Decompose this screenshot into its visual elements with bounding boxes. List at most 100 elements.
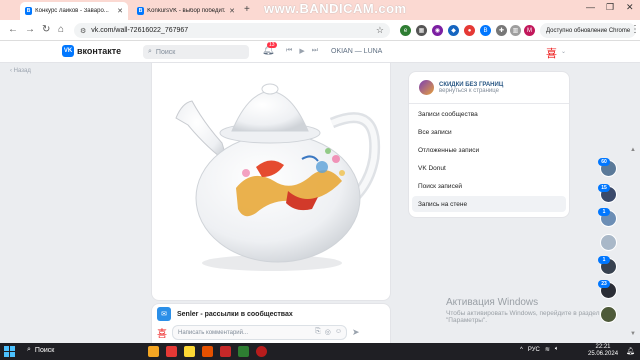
taskbar-app-icon[interactable] [220, 346, 231, 357]
recorder-watermark: www.BANDICAM.com [264, 1, 407, 16]
notifications-bell-icon[interactable]: 🔔︎ 13 [262, 42, 277, 56]
menu-dots-icon[interactable]: ⋮ [630, 24, 640, 35]
vk-header: VK вконтакте ⌕ Поиск 🔔︎ 13 ⏮ ▶ ⏭ OKIAN —… [0, 41, 640, 63]
system-tray: ^ РУС ≋ 🔈︎ [520, 346, 558, 353]
site-info-icon[interactable]: ⚙ [80, 27, 86, 35]
profile-icon[interactable]: M [524, 25, 535, 36]
back-arrow-icon[interactable]: ← [8, 24, 18, 35]
search-placeholder: Поиск [155, 48, 176, 56]
home-icon[interactable]: ⌂ [58, 24, 64, 35]
windows-taskbar: ⌕ Поиск ^ РУС ≋ 🔈︎ 22:21 25.06.2024 🔔︎ [0, 343, 640, 360]
menu-item-community-posts[interactable]: Записи сообщества [412, 106, 566, 122]
user-avatar-icon[interactable]: 喜 [546, 45, 557, 61]
address-bar[interactable]: ⚙ vk.com/wall-72616022_767967 ☆ [74, 23, 390, 38]
back-label: Назад [13, 68, 31, 74]
scroll-down-icon[interactable]: ▼ [630, 331, 636, 337]
scroll-up-icon[interactable]: ▲ [630, 147, 636, 153]
unread-badge: 15 [598, 184, 610, 192]
browser-tab-bar: В Конкурс лайков - Заваро... ✕ В Konkurs… [0, 0, 640, 20]
search-icon: ⌕ [27, 346, 31, 353]
address-url: vk.com/wall-72616022_767967 [91, 27, 189, 34]
menu-item-vk-donut[interactable]: VK Donut [412, 160, 566, 176]
attach-icon[interactable]: ⎘ [315, 328, 321, 336]
chat-avatar[interactable] [600, 234, 617, 251]
emoji-icon[interactable]: ☺ [335, 328, 342, 336]
wall-navigation-menu: СКИДКИ БЕЗ ГРАНИЦ вернуться к странице З… [408, 71, 570, 218]
windows-start-icon[interactable] [4, 346, 15, 357]
tab-title: KonkursVK - выбор победит... [147, 8, 227, 14]
community-back-link: вернуться к странице [439, 87, 499, 94]
now-playing-track[interactable]: OKIAN — LUNA [331, 48, 382, 55]
comment-author[interactable]: ✉ Senler - рассылки в сообществах [157, 307, 293, 321]
chevron-down-icon[interactable]: ⌄ [561, 48, 566, 55]
wall-post [151, 63, 391, 301]
vk-logo-icon: VK [62, 45, 74, 57]
taskbar-app-icon[interactable] [148, 346, 159, 357]
send-icon[interactable]: ➤ [352, 327, 360, 338]
comment-input[interactable]: Написать комментарий... ⎘ ◎ ☺ [172, 325, 347, 340]
chevron-up-icon[interactable]: ^ [520, 347, 523, 353]
bandicam-record-icon[interactable] [256, 346, 267, 357]
windows-activation-watermark: Активация Windows Чтобы активировать Win… [446, 297, 640, 324]
bookmark-star-icon[interactable]: ☆ [376, 25, 384, 36]
menu-item-search-posts[interactable]: Поиск записей [412, 178, 566, 194]
vk-logo-text: вконтакте [77, 46, 122, 56]
language-indicator[interactable]: РУС [528, 347, 540, 353]
comment-author-name: Senler - рассылки в сообществах [177, 310, 293, 318]
reload-icon[interactable]: ↻ [42, 24, 50, 35]
teapot-illustration [175, 83, 381, 271]
clock-date: 25.06.2024 [588, 351, 619, 357]
vk-favicon-icon: В [25, 7, 33, 15]
unread-badge: 1 [598, 256, 610, 264]
extension-icon[interactable]: ◆ [448, 25, 459, 36]
extensions-puzzle-icon[interactable]: ✚ [496, 25, 507, 36]
play-icon[interactable]: ▶ [299, 47, 304, 55]
notifications-badge: 13 [267, 42, 277, 48]
comment-placeholder: Написать комментарий... [178, 329, 249, 336]
next-track-icon[interactable]: ⏭ [312, 47, 318, 55]
chrome-icon[interactable] [238, 346, 249, 357]
vk-logo[interactable]: VK вконтакте [62, 45, 121, 57]
previous-track-icon[interactable]: ⏮ [286, 47, 292, 55]
search-icon: ⌕ [148, 48, 152, 55]
extension-icon[interactable]: e [400, 25, 411, 36]
notifications-icon[interactable]: 🔔︎ [626, 347, 635, 355]
senler-logo-icon: ✉ [157, 307, 171, 321]
folder-icon[interactable] [184, 346, 195, 357]
post-photo-teapot[interactable] [152, 63, 392, 295]
taskbar-clock[interactable]: 22:21 25.06.2024 [588, 344, 618, 358]
minimize-icon[interactable]: — [586, 2, 595, 12]
camera-icon[interactable]: ◎ [325, 328, 331, 336]
menu-item-all-posts[interactable]: Все записи [412, 124, 566, 140]
taskbar-app-icon[interactable] [166, 346, 177, 357]
close-window-icon[interactable]: ✕ [626, 2, 634, 13]
extension-icon[interactable]: ◉ [432, 25, 443, 36]
vk-search-input[interactable]: ⌕ Поиск [143, 45, 249, 59]
extension-icon[interactable]: В [480, 25, 491, 36]
audio-player-controls: ⏮ ▶ ⏭ [286, 47, 318, 55]
close-tab-icon[interactable]: ✕ [229, 7, 235, 15]
unread-badge: 1 [598, 208, 610, 216]
volume-icon[interactable]: 🔈︎ [555, 346, 559, 353]
chrome-update-button[interactable]: Доступно обновление Chrome [540, 23, 637, 38]
taskbar-app-icon[interactable] [202, 346, 213, 357]
divider [409, 103, 569, 104]
community-link[interactable]: СКИДКИ БЕЗ ГРАНИЦ вернуться к странице [419, 80, 503, 95]
extension-icon[interactable]: ● [464, 25, 475, 36]
extension-icon[interactable]: ▦ [416, 25, 427, 36]
wifi-icon[interactable]: ≋ [545, 346, 550, 353]
forward-arrow-icon[interactable]: → [25, 24, 35, 35]
browser-toolbar: ← → ↻ ⌂ ⚙ vk.com/wall-72616022_767967 ☆ … [0, 20, 640, 41]
sidebar-icon[interactable]: ▥ [510, 25, 521, 36]
tab-konkursvk[interactable]: В KonkursVK - выбор победит... ✕ [132, 2, 240, 20]
tab-contest-likes[interactable]: В Конкурс лайков - Заваро... ✕ [20, 2, 128, 20]
menu-item-postponed[interactable]: Отложенные записи [412, 142, 566, 158]
tab-title: Конкурс лайков - Заваро... [35, 8, 109, 14]
new-tab-icon[interactable]: + [244, 4, 250, 15]
back-link[interactable]: ‹ Назад [10, 68, 31, 74]
menu-item-wall-post[interactable]: Запись на стене [412, 196, 566, 212]
close-tab-icon[interactable]: ✕ [117, 7, 123, 15]
maximize-icon[interactable]: ❐ [606, 2, 614, 13]
taskbar-search[interactable]: ⌕ Поиск [27, 346, 54, 354]
comment-tools: ⎘ ◎ ☺ [315, 328, 342, 336]
